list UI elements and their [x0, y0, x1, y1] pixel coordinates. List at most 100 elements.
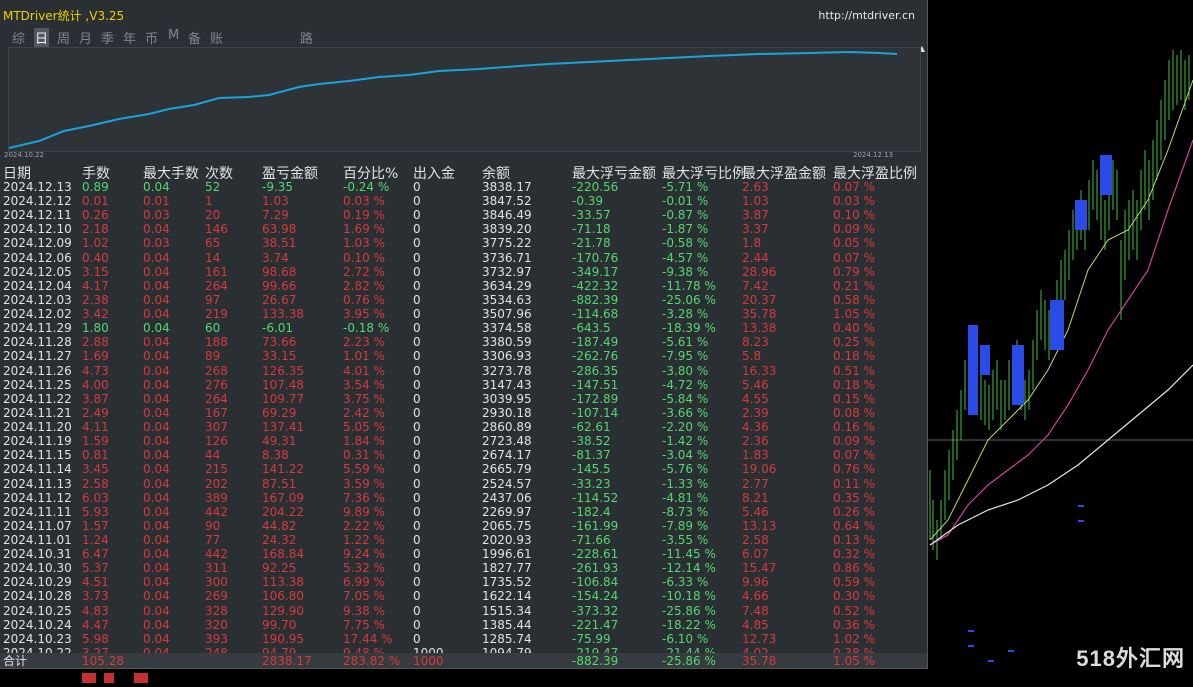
- cell-pct: -0.24 %: [343, 180, 390, 194]
- cell-io: 0: [413, 405, 421, 420]
- table-row[interactable]: 2024.10.23 5.98 0.04 393 190.95 17.44 % 0 1285.…: [0, 632, 927, 646]
- table-row[interactable]: 2024.11.21 2.49 0.04 167 69.29 2.42 % 0 2930.18…: [0, 406, 927, 420]
- table-row[interactable]: 2024.11.26 4.73 0.04 268 126.35 4.01 % 0 3273.7…: [0, 364, 927, 378]
- tab-magic[interactable]: M: [168, 28, 179, 43]
- total-max-dd: -882.39: [572, 654, 619, 668]
- cell-count: 60: [205, 321, 221, 336]
- table-row[interactable]: 2024.11.15 0.81 0.04 44 8.38 0.31 % 0 2674.17 -8…: [0, 448, 927, 462]
- cell-max-fp: 5.8: [742, 349, 762, 364]
- cell-count: 268: [205, 363, 228, 378]
- table-row[interactable]: 2024.10.28 3.73 0.04 269 106.80 7.05 % 0 1622.1…: [0, 589, 927, 603]
- table-row[interactable]: 2024.10.31 6.47 0.04 442 168.84 9.24 % 0 1996.6…: [0, 547, 927, 561]
- website-link[interactable]: http://mtdriver.cn: [818, 9, 915, 22]
- cell-pnl: 107.48: [262, 377, 304, 392]
- table-row[interactable]: 2024.12.03 2.38 0.04 97 26.67 0.76 % 0 3534.63 -…: [0, 293, 927, 307]
- chart-start-date: 2024.10.22: [4, 151, 45, 159]
- cell-date: 2024.12.13: [3, 180, 72, 194]
- total-max-dd-pct: -25.86 %: [662, 654, 716, 668]
- cell-date: 2024.10.29: [3, 575, 72, 590]
- cell-pnl: 99.66: [262, 278, 297, 293]
- table-row[interactable]: 2024.11.12 6.03 0.04 389 167.09 7.36 % 0 2437.0…: [0, 491, 927, 505]
- cell-pnl: 8.38: [262, 448, 289, 463]
- table-row[interactable]: 2024.11.20 4.11 0.04 307 137.41 5.05 % 0 2860.8…: [0, 420, 927, 434]
- cell-max-fp-pct: 1.05 %: [833, 307, 875, 322]
- cell-max-dd: -373.32: [572, 603, 619, 618]
- table-row[interactable]: 2024.11.19 1.59 0.04 126 49.31 1.84 % 0 2723.48…: [0, 434, 927, 448]
- cell-count: 167: [205, 405, 228, 420]
- cell-max-dd: -882.39: [572, 292, 619, 307]
- table-row[interactable]: 2024.11.25 4.00 0.04 276 107.48 3.54 % 0 3147.4…: [0, 378, 927, 392]
- cell-count: 77: [205, 533, 221, 547]
- cell-pct: 0.19 %: [343, 208, 385, 223]
- cell-max-dd-pct: -4.81 %: [662, 490, 709, 505]
- tab-weekly[interactable]: 周: [57, 28, 70, 47]
- cell-pct: 0.76 %: [343, 292, 385, 307]
- app-title: MTDriver统计 ,V3.25: [3, 9, 125, 23]
- tab-currency[interactable]: 币: [145, 28, 158, 47]
- table-row[interactable]: 2024.12.12 0.01 0.01 1 1.03 0.03 % 0 3847.52 -0.…: [0, 194, 927, 208]
- cell-pnl: -6.01: [262, 321, 294, 336]
- cell-count: 215: [205, 462, 228, 477]
- tab-summary[interactable]: 综: [12, 28, 25, 47]
- cell-balance: 1285.74: [482, 631, 532, 646]
- cell-max-dd-pct: -18.39 %: [662, 321, 716, 336]
- table-row[interactable]: 2024.11.14 3.45 0.04 215 141.22 5.59 % 0 2665.7…: [0, 462, 927, 476]
- cell-date: 2024.11.11: [3, 504, 72, 519]
- cell-lots: 1.80: [82, 321, 109, 336]
- table-row[interactable]: 2024.11.01 1.24 0.04 77 24.32 1.22 % 0 2020.93 -…: [0, 533, 927, 547]
- table-row[interactable]: 2024.11.13 2.58 0.04 202 87.51 3.59 % 0 2524.57…: [0, 477, 927, 491]
- cell-lots: 4.51: [82, 575, 109, 590]
- table-row[interactable]: 2024.11.27 1.69 0.04 89 33.15 1.01 % 0 3306.93 -…: [0, 349, 927, 363]
- tab-quarterly[interactable]: 季: [101, 28, 114, 47]
- cell-max-fp-pct: 0.35 %: [833, 490, 875, 505]
- table-row[interactable]: 2024.11.29 1.80 0.04 60 -6.01 -0.18 % 0 3374.58…: [0, 321, 927, 335]
- tab-monthly[interactable]: 月: [79, 28, 92, 47]
- cell-max-fp: 7.48: [742, 603, 769, 618]
- cell-max-lots: 0.04: [143, 631, 170, 646]
- cell-io: 0: [413, 264, 421, 279]
- table-row[interactable]: 2024.11.11 5.93 0.04 442 204.22 9.89 % 0 2269.9…: [0, 505, 927, 519]
- cell-count: 161: [205, 264, 228, 279]
- table-row[interactable]: 2024.12.10 2.18 0.04 146 63.98 1.69 % 0 3839.20…: [0, 222, 927, 236]
- cell-max-lots: 0.04: [143, 462, 170, 477]
- price-chart[interactable]: 518外汇网: [928, 0, 1193, 679]
- table-row[interactable]: 2024.10.30 5.37 0.04 311 92.25 5.32 % 0 1827.77…: [0, 561, 927, 575]
- tab-yearly[interactable]: 年: [123, 28, 136, 47]
- cell-max-dd: -33.23: [572, 476, 611, 491]
- cell-max-dd-pct: -0.58 %: [662, 236, 709, 251]
- cell-max-dd: -0.39: [572, 194, 604, 209]
- table-row[interactable]: 2024.11.07 1.57 0.04 90 44.82 2.22 % 0 2065.75 -…: [0, 519, 927, 533]
- table-row[interactable]: 2024.11.28 2.88 0.04 188 73.66 2.23 % 0 3380.59…: [0, 335, 927, 349]
- table-row[interactable]: 2024.12.05 3.15 0.04 161 98.68 2.72 % 0 3732.97…: [0, 265, 927, 279]
- cell-pct: 2.82 %: [343, 278, 385, 293]
- table-row[interactable]: 2024.12.09 1.02 0.03 65 38.51 1.03 % 0 3775.22 -…: [0, 236, 927, 250]
- cell-balance: 3732.97: [482, 264, 532, 279]
- table-row[interactable]: 2024.12.04 4.17 0.04 264 99.66 2.82 % 0 3634.29…: [0, 279, 927, 293]
- table-row[interactable]: 2024.12.11 0.26 0.03 20 7.29 0.19 % 0 3846.49 -3…: [0, 208, 927, 222]
- cell-lots: 6.03: [82, 490, 109, 505]
- table-row[interactable]: 2024.10.29 4.51 0.04 300 113.38 6.99 % 0 1735.5…: [0, 575, 927, 589]
- cell-count: 269: [205, 589, 228, 604]
- cell-max-dd-pct: -1.42 %: [662, 434, 709, 449]
- cell-date: 2024.12.05: [3, 264, 72, 279]
- table-row[interactable]: 2024.10.24 4.47 0.04 320 99.70 7.75 % 0 1385.44…: [0, 618, 927, 632]
- cell-max-dd-pct: -3.55 %: [662, 533, 709, 547]
- table-row[interactable]: 2024.11.22 3.87 0.04 264 109.77 3.75 % 0 3039.9…: [0, 392, 927, 406]
- cell-count: 264: [205, 391, 228, 406]
- tab-daily[interactable]: 日: [34, 28, 50, 47]
- table-row[interactable]: 2024.12.02 3.42 0.04 219 133.38 3.95 % 0 3507.9…: [0, 307, 927, 321]
- table-row[interactable]: 2024.10.25 4.83 0.04 328 129.90 9.38 % 0 1515.3…: [0, 604, 927, 618]
- cell-date: 2024.10.23: [3, 631, 72, 646]
- table-row[interactable]: 2024.12.06 0.40 0.04 14 3.74 0.10 % 0 3736.71 -1…: [0, 251, 927, 265]
- cell-date: 2024.12.09: [3, 236, 72, 251]
- table-row[interactable]: 2024.12.13 0.89 0.04 52 -9.35 -0.24 % 0 3838.17…: [0, 180, 927, 194]
- cell-balance: 3838.17: [482, 180, 532, 194]
- cell-count: 1: [205, 194, 213, 209]
- cell-count: 264: [205, 278, 228, 293]
- tab-notes[interactable]: 备: [188, 28, 201, 47]
- cell-lots: 4.11: [82, 420, 109, 435]
- cell-max-lots: 0.04: [143, 575, 170, 590]
- cell-lots: 3.73: [82, 589, 109, 604]
- cell-count: 219: [205, 307, 228, 322]
- cell-max-lots: 0.04: [143, 603, 170, 618]
